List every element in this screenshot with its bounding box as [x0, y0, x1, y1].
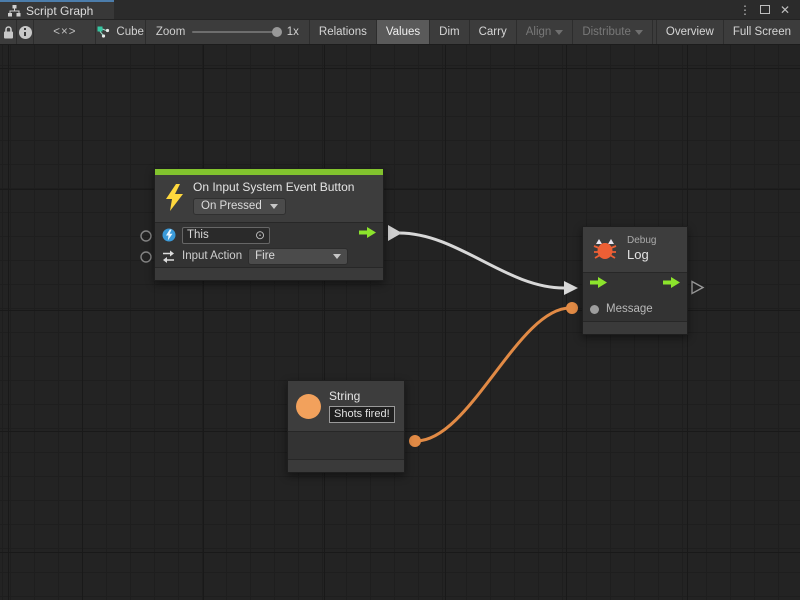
message-input-port[interactable]	[590, 305, 599, 314]
info-button[interactable]	[17, 20, 34, 44]
tab-script-graph[interactable]: Script Graph	[0, 0, 114, 19]
event-node-footer	[155, 267, 383, 280]
event-trigger-output-port[interactable]	[359, 226, 376, 244]
debug-node-footer	[583, 321, 687, 334]
debug-node-header: Debug Log	[583, 227, 687, 272]
flow-arrow-icon	[359, 226, 376, 239]
input-action-icon	[162, 250, 176, 263]
event-mode-value: On Pressed	[201, 200, 262, 212]
this-object-field[interactable]: This ⊙	[182, 227, 270, 244]
align-button[interactable]: Align	[517, 20, 574, 44]
chevron-down-icon	[270, 204, 278, 209]
value-wire	[416, 308, 570, 441]
script-graph-asset-icon	[97, 26, 110, 38]
carry-label: Carry	[479, 26, 507, 38]
string-node-header: String Shots fired!	[288, 381, 404, 431]
relations-label: Relations	[319, 26, 367, 38]
lock-button[interactable]	[0, 20, 17, 44]
graph-target-label: Cube	[116, 26, 144, 38]
full-screen-button[interactable]: Full Screen	[724, 20, 800, 44]
event-action-row: Input Action Fire	[155, 245, 383, 267]
flow-wire	[399, 233, 564, 288]
string-node-body	[288, 431, 404, 459]
close-icon[interactable]: ✕	[778, 4, 792, 16]
flow-arrow-icon	[663, 276, 680, 289]
on-input-system-event-button-node[interactable]: On Input System Event Button On Pressed …	[154, 168, 384, 281]
debug-message-row: Message	[583, 297, 687, 321]
maximize-icon[interactable]	[758, 4, 772, 16]
tab-title: Script Graph	[26, 4, 93, 18]
flow-wire-end-arrow	[564, 281, 578, 295]
lightning-icon	[164, 184, 185, 211]
flow-arrow-icon	[590, 276, 607, 289]
code-preview-button[interactable]: <×>	[34, 20, 96, 44]
message-label: Message	[606, 303, 653, 315]
debug-flow-input-port[interactable]	[590, 276, 607, 294]
string-node-footer	[288, 459, 404, 472]
zoom-slider[interactable]	[192, 31, 279, 33]
overview-button[interactable]: Overview	[656, 20, 724, 44]
value-wire-start-dot	[409, 435, 421, 447]
object-picker-icon[interactable]: ⊙	[255, 228, 265, 242]
zoom-label: Zoom	[156, 26, 185, 38]
distribute-label: Distribute	[582, 26, 631, 38]
graph-target-indicator[interactable]: Cube	[96, 20, 145, 44]
string-value-field[interactable]: Shots fired!	[329, 406, 395, 423]
event-node-header: On Input System Event Button On Pressed	[155, 175, 383, 222]
debug-flow-row	[583, 273, 687, 297]
dim-button[interactable]: Dim	[430, 20, 469, 44]
input-action-value: Fire	[255, 250, 275, 262]
graph-toolbar: <×> Cube Zoom 1x Relations Values Dim Ca…	[0, 19, 800, 45]
values-label: Values	[386, 26, 420, 38]
full-screen-label: Full Screen	[733, 26, 791, 38]
zoom-control: Zoom 1x	[146, 20, 310, 44]
input-action-label: Input Action	[182, 250, 242, 262]
bug-icon	[592, 237, 618, 261]
string-literal-node[interactable]: String Shots fired!	[287, 380, 405, 473]
event-action-input-port[interactable]	[141, 252, 151, 262]
lock-icon	[3, 26, 14, 39]
graph-icon	[8, 5, 21, 17]
string-type-icon	[296, 394, 321, 419]
value-wire-end-dot	[566, 302, 578, 314]
self-object-icon	[162, 228, 176, 242]
zoom-value: 1x	[287, 26, 299, 38]
debug-node-body: Message	[583, 272, 687, 321]
distribute-button[interactable]: Distribute	[573, 20, 653, 44]
event-this-input-port[interactable]	[141, 231, 151, 241]
input-action-dropdown[interactable]: Fire	[248, 248, 348, 265]
event-node-body: This ⊙ Input Action	[155, 222, 383, 267]
align-label: Align	[526, 26, 552, 38]
carry-button[interactable]: Carry	[470, 20, 517, 44]
debug-log-node[interactable]: Debug Log	[582, 226, 688, 335]
chevron-down-icon	[333, 254, 341, 259]
debug-node-category: Debug	[627, 235, 656, 247]
graph-canvas[interactable]: On Input System Event Button On Pressed …	[0, 45, 800, 600]
event-mode-dropdown[interactable]: On Pressed	[193, 198, 286, 215]
relations-button[interactable]: Relations	[310, 20, 377, 44]
chevron-down-icon	[555, 30, 563, 35]
chevron-down-icon	[635, 30, 643, 35]
debug-flow-output-port[interactable]	[692, 282, 703, 294]
zoom-slider-handle[interactable]	[272, 27, 282, 37]
debug-node-title: Log	[627, 247, 656, 263]
event-node-title: On Input System Event Button	[193, 180, 354, 194]
event-this-row: This ⊙	[155, 223, 383, 245]
string-node-title: String	[329, 389, 395, 403]
overview-label: Overview	[666, 26, 714, 38]
code-icon: <×>	[53, 26, 76, 38]
script-graph-window: Script Graph ⋮ ✕ <×>	[0, 0, 800, 600]
window-controls: ⋮ ✕	[738, 0, 800, 19]
this-object-value: This	[187, 229, 209, 241]
flow-wire-start-arrow	[388, 225, 402, 241]
dim-label: Dim	[439, 26, 459, 38]
title-bar: Script Graph ⋮ ✕	[0, 0, 800, 19]
values-button[interactable]: Values	[377, 20, 430, 44]
debug-flow-output-arrow[interactable]	[663, 276, 680, 294]
info-icon	[19, 26, 32, 39]
window-menu-icon[interactable]: ⋮	[738, 4, 752, 16]
